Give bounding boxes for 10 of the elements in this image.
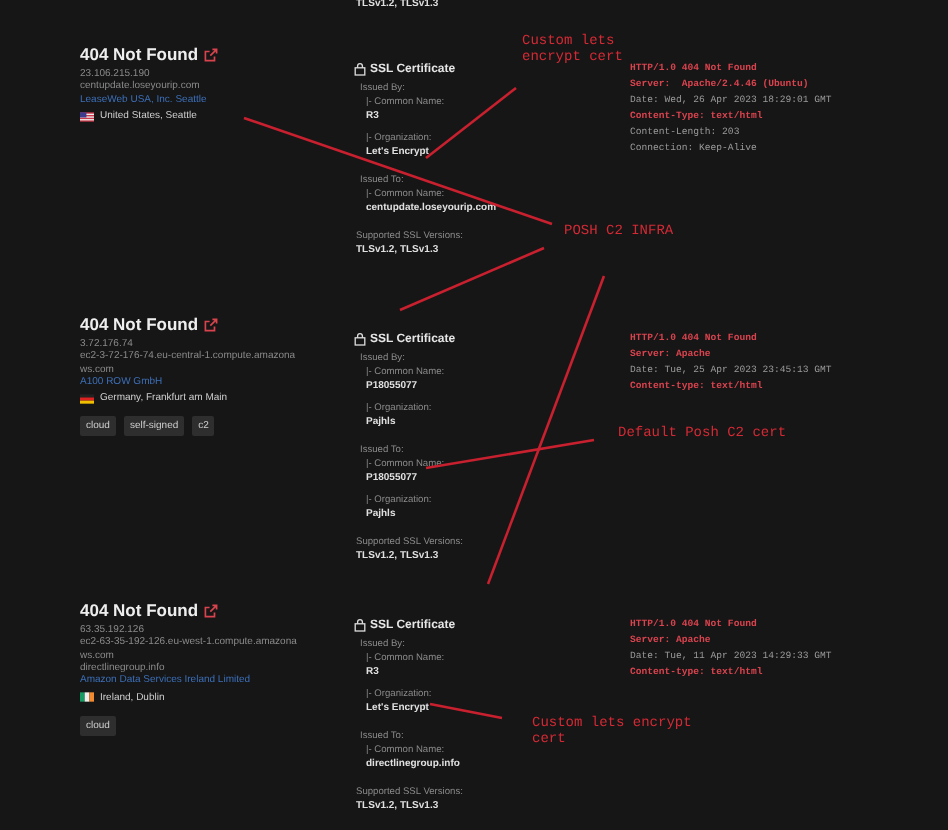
external-link-icon[interactable] — [204, 47, 219, 61]
leader-line — [429, 702, 503, 720]
external-link-icon[interactable] — [204, 603, 219, 617]
lock-icon — [354, 62, 366, 76]
lock-icon — [354, 332, 366, 346]
result-title[interactable]: 404 Not Found — [80, 600, 199, 620]
result-title[interactable]: 404 Not Found — [80, 314, 199, 334]
result-title[interactable]: 404 Not Found — [80, 44, 199, 64]
lock-icon — [354, 618, 366, 632]
external-link-icon[interactable] — [204, 317, 219, 331]
